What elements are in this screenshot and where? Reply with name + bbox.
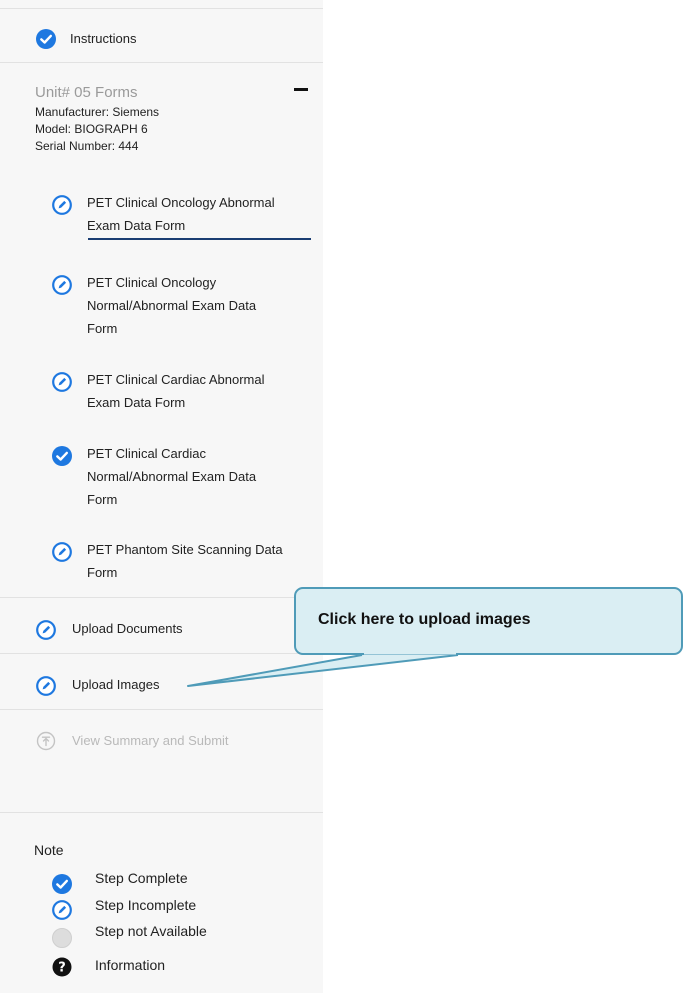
callout-pointer-joint bbox=[364, 651, 456, 655]
